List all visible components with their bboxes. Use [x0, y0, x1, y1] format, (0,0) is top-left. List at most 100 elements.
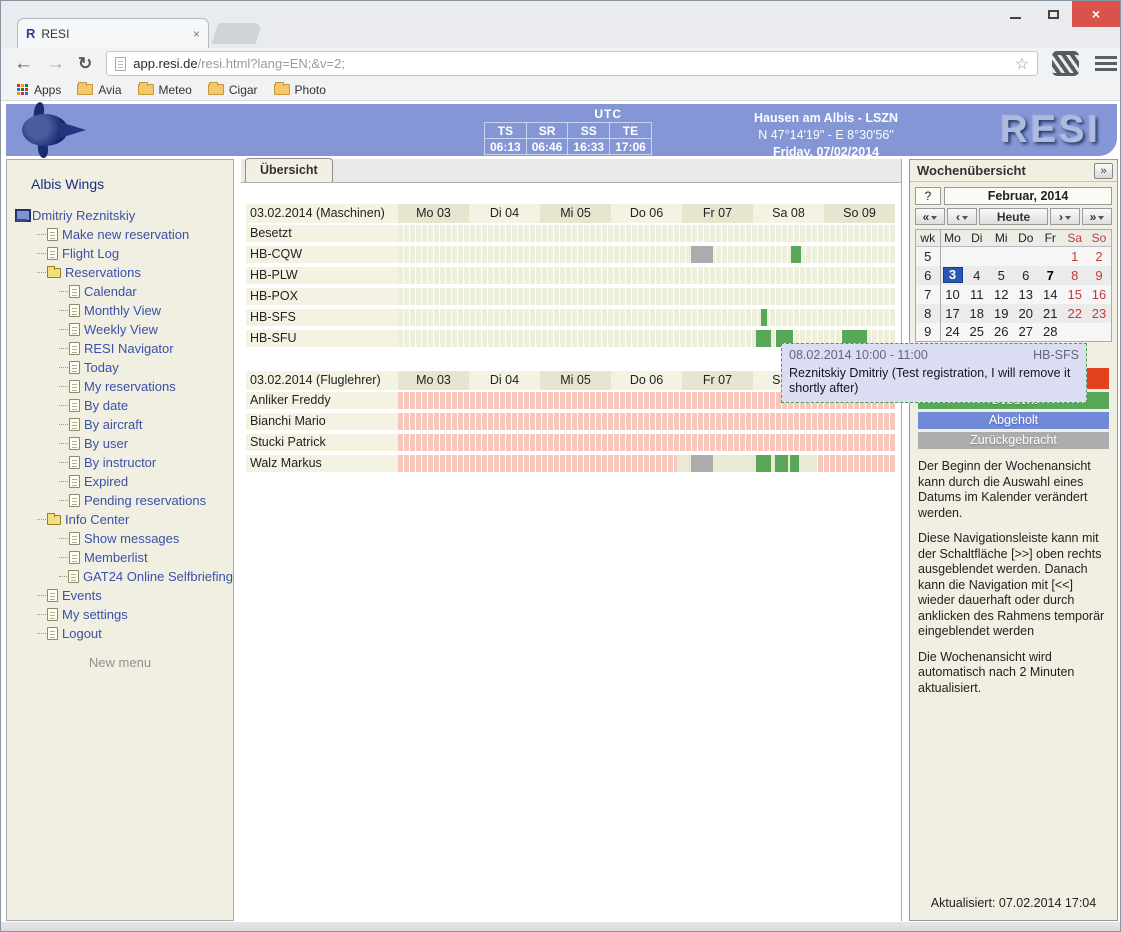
calendar-nav-arrow-button[interactable]: ‹: [947, 208, 977, 225]
row-grid[interactable]: [398, 413, 895, 430]
calendar-day[interactable]: 28: [1038, 323, 1063, 342]
calendar-day[interactable]: 6: [1014, 266, 1039, 285]
calendar-day[interactable]: 3: [940, 266, 965, 285]
sidebar-item-resi-navigator[interactable]: RESI Navigator: [7, 339, 233, 358]
bookmark-photo[interactable]: Photo: [274, 83, 326, 97]
bookmark-star-icon[interactable]: ☆: [1015, 54, 1029, 74]
calendar-day[interactable]: 12: [989, 285, 1014, 304]
sidebar-item-by-date[interactable]: By date: [7, 396, 233, 415]
bookmark-cigar[interactable]: Cigar: [208, 83, 258, 97]
calendar-col-header: Do: [1014, 230, 1039, 247]
month-selector[interactable]: Februar, 2014: [944, 187, 1112, 205]
calendar-day[interactable]: 5: [989, 266, 1014, 285]
calendar-day[interactable]: 8: [1063, 266, 1088, 285]
calendar-day[interactable]: 10: [940, 285, 965, 304]
bookmark-apps[interactable]: Apps: [17, 83, 61, 97]
calendar-nav-arrow-button[interactable]: ›: [1050, 208, 1080, 225]
row-grid[interactable]: [398, 455, 895, 472]
calendar-day[interactable]: 7: [1038, 266, 1063, 285]
tree-connector: [37, 614, 46, 615]
sidebar-item-expired[interactable]: Expired: [7, 472, 233, 491]
tab-uebersicht[interactable]: Übersicht: [245, 158, 333, 182]
calendar-day[interactable]: 13: [1014, 285, 1039, 304]
new-menu-link[interactable]: New menu: [7, 655, 233, 670]
sidebar-item-flight-log[interactable]: Flight Log: [7, 244, 233, 263]
reservation-block-green[interactable]: [790, 455, 799, 472]
new-tab-button[interactable]: [212, 23, 263, 44]
browser-menu-icon[interactable]: [1095, 56, 1117, 71]
sidebar-item-reservations[interactable]: Reservations: [7, 263, 233, 282]
reservation-block-gray[interactable]: [691, 455, 713, 472]
selected-day[interactable]: 3: [943, 267, 963, 283]
sidebar-item-my-settings[interactable]: My settings: [7, 605, 233, 624]
calendar-day[interactable]: 4: [965, 266, 990, 285]
calendar-day[interactable]: 22: [1063, 304, 1088, 323]
sidebar-item-by-instructor[interactable]: By instructor: [7, 453, 233, 472]
sidebar-item-show-messages[interactable]: Show messages: [7, 529, 233, 548]
calendar-day[interactable]: 21: [1038, 304, 1063, 323]
bookmark-meteo[interactable]: Meteo: [138, 83, 192, 97]
row-grid[interactable]: [398, 434, 895, 451]
row-grid[interactable]: [398, 246, 895, 263]
sidebar-item-dmitriy-reznitskiy[interactable]: Dmitriy Reznitskiy: [7, 206, 233, 225]
row-grid[interactable]: [398, 309, 895, 326]
sidebar-item-by-aircraft[interactable]: By aircraft: [7, 415, 233, 434]
sidebar-item-info-center[interactable]: Info Center: [7, 510, 233, 529]
calendar-day[interactable]: 17: [940, 304, 965, 323]
reservation-block-green[interactable]: [775, 455, 788, 472]
calendar-nav-arrow-button[interactable]: »: [1082, 208, 1112, 225]
sidebar-item-make-new-reservation[interactable]: Make new reservation: [7, 225, 233, 244]
nav-label: ›: [1059, 210, 1063, 224]
collapse-panel-button[interactable]: »: [1094, 163, 1113, 179]
reservation-block-green[interactable]: [761, 309, 767, 326]
calendar-day[interactable]: 11: [965, 285, 990, 304]
calendar-day[interactable]: 24: [940, 323, 965, 342]
sidebar-item-monthly-view[interactable]: Monthly View: [7, 301, 233, 320]
row-grid[interactable]: [398, 267, 895, 284]
minimize-button[interactable]: [996, 1, 1034, 27]
maximize-button[interactable]: [1034, 1, 1072, 27]
browser-tab[interactable]: R RESI ×: [17, 18, 209, 48]
close-window-button[interactable]: ×: [1072, 1, 1120, 27]
url-bar[interactable]: app.resi.de /resi.html?lang=EN;&v=2; ☆: [106, 51, 1038, 76]
calendar-day[interactable]: 20: [1014, 304, 1039, 323]
reservation-block-gray[interactable]: [691, 246, 713, 263]
reload-icon[interactable]: ↻: [78, 54, 92, 74]
help-button[interactable]: ?: [915, 187, 941, 205]
calendar-day[interactable]: 23: [1087, 304, 1112, 323]
tab-close-icon[interactable]: ×: [193, 27, 200, 41]
reservation-block-green[interactable]: [756, 330, 771, 347]
reservation-block-green[interactable]: [791, 246, 801, 263]
reservation-block-green[interactable]: [756, 455, 771, 472]
calendar-day[interactable]: 1: [1063, 247, 1088, 266]
calendar-day[interactable]: 14: [1038, 285, 1063, 304]
calendar-day[interactable]: 26: [989, 323, 1014, 342]
sidebar-item-my-reservations[interactable]: My reservations: [7, 377, 233, 396]
sidebar-item-pending-reservations[interactable]: Pending reservations: [7, 491, 233, 510]
calendar-day[interactable]: 18: [965, 304, 990, 323]
sidebar-item-calendar[interactable]: Calendar: [7, 282, 233, 301]
sidebar-item-gat24-online-selfbriefing[interactable]: GAT24 Online Selfbriefing: [7, 567, 233, 586]
sidebar-item-logout[interactable]: Logout: [7, 624, 233, 643]
calendar-day[interactable]: 2: [1087, 247, 1112, 266]
sidebar-item-memberlist[interactable]: Memberlist: [7, 548, 233, 567]
calendar-day[interactable]: 25: [965, 323, 990, 342]
calendar-day[interactable]: 9: [1087, 266, 1112, 285]
calendar-day[interactable]: 19: [989, 304, 1014, 323]
forward-icon[interactable]: →: [46, 54, 65, 73]
calendar-day[interactable]: 16: [1087, 285, 1112, 304]
sidebar-item-weekly-view[interactable]: Weekly View: [7, 320, 233, 339]
schedule-title: 03.02.2014 (Fluglehrer): [246, 371, 398, 390]
extension-icon[interactable]: [1052, 51, 1079, 76]
row-grid[interactable]: [398, 288, 895, 305]
sidebar-item-today[interactable]: Today: [7, 358, 233, 377]
calendar-day[interactable]: 27: [1014, 323, 1039, 342]
sidebar-item-events[interactable]: Events: [7, 586, 233, 605]
row-grid[interactable]: [398, 225, 895, 242]
calendar-nav-arrow-button[interactable]: «: [915, 208, 945, 225]
calendar-day[interactable]: 15: [1063, 285, 1088, 304]
calendar-nav-today-button[interactable]: Heute: [979, 208, 1048, 225]
bookmark-avia[interactable]: Avia: [77, 83, 121, 97]
back-icon[interactable]: ←: [14, 54, 33, 73]
sidebar-item-by-user[interactable]: By user: [7, 434, 233, 453]
